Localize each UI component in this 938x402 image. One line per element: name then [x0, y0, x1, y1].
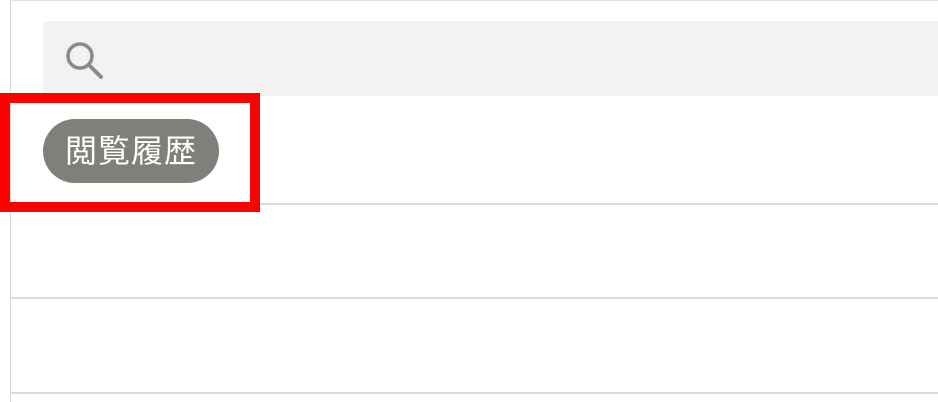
browsing-history-chip[interactable]: 閲覧履歴 — [43, 119, 219, 183]
search-input[interactable] — [118, 30, 922, 88]
screen: 閲覧履歴 — [0, 0, 938, 402]
search-icon[interactable] — [64, 40, 104, 80]
list-item[interactable] — [11, 205, 938, 297]
divider — [10, 392, 938, 394]
list-item[interactable] — [11, 299, 938, 392]
